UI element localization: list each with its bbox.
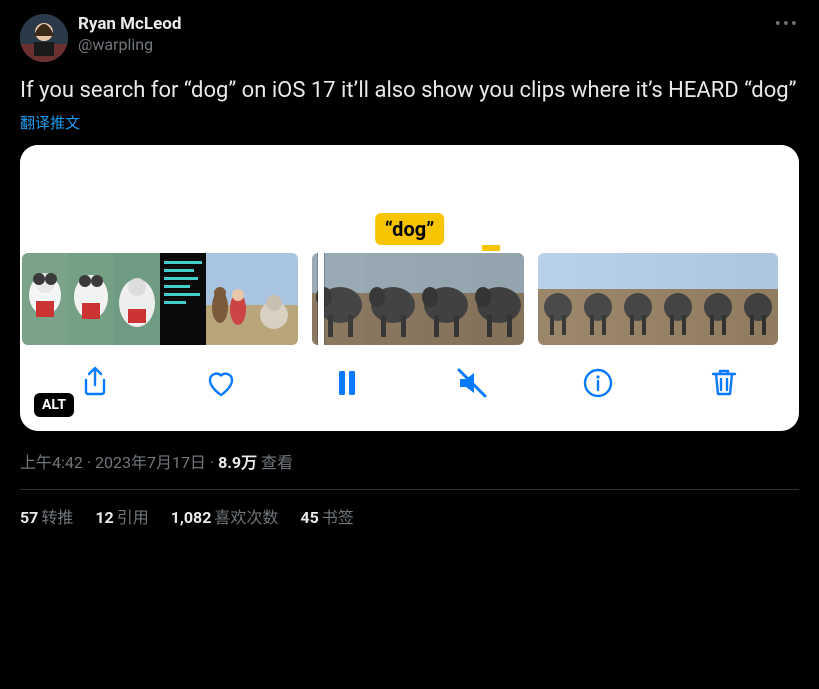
video-frame	[252, 253, 298, 345]
mute-icon[interactable]	[452, 363, 492, 403]
video-frame	[160, 253, 206, 345]
video-frame	[206, 253, 252, 345]
tweet-stats: 57转推 12引用 1,082喜欢次数 45书签	[20, 504, 799, 528]
video-frame	[578, 253, 618, 345]
pause-icon[interactable]	[327, 363, 367, 403]
divider	[20, 489, 799, 490]
stat-retweets[interactable]: 57转推	[20, 504, 73, 528]
meta-views-count: 8.9万	[218, 453, 257, 472]
tweet-text: If you search for “dog” on iOS 17 it’ll …	[20, 76, 799, 106]
clip-group-3[interactable]	[538, 253, 778, 345]
video-frame	[738, 253, 778, 345]
tweet-meta: 上午4:42 · 2023年7月17日 · 8.9万 查看	[20, 449, 799, 473]
tweet-header: Ryan McLeod @warpling •••	[20, 14, 799, 62]
display-name: Ryan McLeod	[78, 14, 181, 35]
timeline-marker	[482, 245, 500, 251]
author-names[interactable]: Ryan McLeod @warpling	[78, 14, 181, 55]
trash-icon[interactable]	[704, 363, 744, 403]
video-frame	[538, 253, 578, 345]
video-frame	[365, 253, 418, 345]
video-frame	[618, 253, 658, 345]
stat-quotes[interactable]: 12引用	[95, 504, 148, 528]
video-frame	[114, 253, 160, 345]
video-frame	[471, 253, 524, 345]
info-icon[interactable]	[578, 363, 618, 403]
video-frame	[22, 253, 68, 345]
stat-bookmarks[interactable]: 45书签	[300, 504, 353, 528]
video-frame	[698, 253, 738, 345]
media-controls	[20, 345, 799, 431]
search-tag-label: “dog”	[375, 213, 445, 245]
playhead-indicator[interactable]	[318, 253, 324, 345]
stat-likes[interactable]: 1,082喜欢次数	[171, 504, 279, 528]
video-frame	[658, 253, 698, 345]
meta-views-label: 查看	[261, 453, 293, 472]
avatar[interactable]	[20, 14, 68, 62]
clip-group-1[interactable]	[22, 253, 298, 345]
heart-icon[interactable]	[201, 363, 241, 403]
translate-link[interactable]: 翻译推文	[20, 112, 80, 133]
share-icon[interactable]	[75, 363, 115, 403]
meta-time[interactable]: 上午4:42	[20, 453, 83, 472]
tweet-container: Ryan McLeod @warpling ••• If you search …	[0, 0, 819, 528]
media-top-area: “dog”	[20, 145, 799, 253]
handle: @warpling	[78, 35, 181, 55]
more-menu-icon[interactable]: •••	[775, 14, 799, 35]
video-frame	[418, 253, 471, 345]
meta-date[interactable]: 2023年7月17日	[95, 453, 206, 472]
video-timeline-strip[interactable]	[20, 253, 799, 345]
media-attachment[interactable]: “dog”	[20, 145, 799, 431]
alt-badge[interactable]: ALT	[34, 393, 74, 417]
clip-group-2[interactable]	[312, 253, 524, 345]
video-frame	[68, 253, 114, 345]
